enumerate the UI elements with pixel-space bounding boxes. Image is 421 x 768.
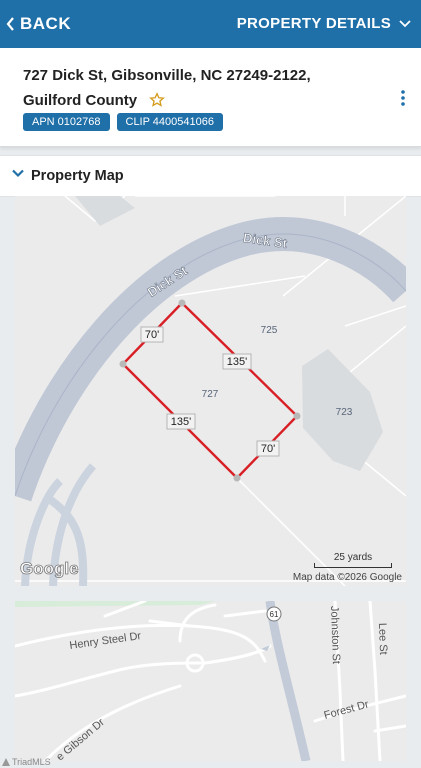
apn-badge[interactable]: APN 0102768 — [23, 113, 110, 131]
address-text: 727 Dick St, Gibsonville, NC 27249-2122,… — [23, 67, 311, 109]
street-label-johnston: Johnston St — [328, 606, 342, 664]
dimension-se: 70' — [261, 443, 275, 455]
section-title: Property Map — [31, 168, 124, 184]
route-shield-label: 61 — [270, 610, 279, 619]
chevron-down-icon — [12, 169, 24, 178]
dimension-sw: 135' — [171, 416, 191, 428]
badge-row: APN 0102768 CLIP 4400541066 — [23, 113, 223, 131]
area-street-map[interactable]: 61 Henry Steel Dr Johnston St Lee St For… — [15, 601, 406, 761]
footer-brand-text: TriadMLS — [12, 757, 51, 767]
parcel-number-723: 723 — [336, 407, 353, 418]
svg-text:Google: Google — [20, 559, 79, 578]
parcel-number-727: 727 — [202, 389, 219, 400]
dimension-ne: 135' — [227, 356, 247, 368]
property-address: 727 Dick St, Gibsonville, NC 27249-2122,… — [23, 63, 363, 116]
triadmls-logo-icon — [2, 758, 10, 766]
chevron-down-icon — [399, 19, 411, 27]
scale-bar — [314, 563, 392, 568]
property-parcel-map[interactable]: Dick St Dick St 727 725 723 70' 135' 135… — [15, 196, 406, 586]
back-button[interactable]: BACK — [6, 14, 71, 34]
map-scale: 25 yards — [314, 552, 392, 568]
clip-badge[interactable]: CLIP 4400541066 — [116, 113, 223, 131]
property-header: 727 Dick St, Gibsonville, NC 27249-2122,… — [0, 48, 421, 147]
scale-label: 25 yards — [333, 552, 373, 563]
kebab-menu-icon[interactable] — [395, 88, 411, 108]
top-bar: BACK PROPERTY DETAILS — [0, 0, 421, 48]
street-label-lee: Lee St — [376, 623, 389, 655]
property-details-label: PROPERTY DETAILS — [236, 15, 391, 32]
footer-brand: TriadMLS — [2, 757, 51, 767]
property-details-dropdown[interactable]: PROPERTY DETAILS — [237, 15, 411, 32]
chevron-left-icon — [6, 17, 14, 31]
google-logo: Google — [20, 557, 80, 584]
property-map-section-toggle[interactable]: Property Map — [0, 155, 421, 197]
parcel-number-725: 725 — [261, 325, 278, 336]
dimension-nw: 70' — [145, 329, 159, 341]
parcel-map-canvas: Dick St Dick St 727 725 723 70' 135' 135… — [15, 196, 406, 586]
back-label: BACK — [20, 14, 72, 33]
map-attribution: Map data ©2026 Google — [292, 572, 402, 583]
area-map-canvas: 61 Henry Steel Dr Johnston St Lee St For… — [15, 601, 406, 761]
